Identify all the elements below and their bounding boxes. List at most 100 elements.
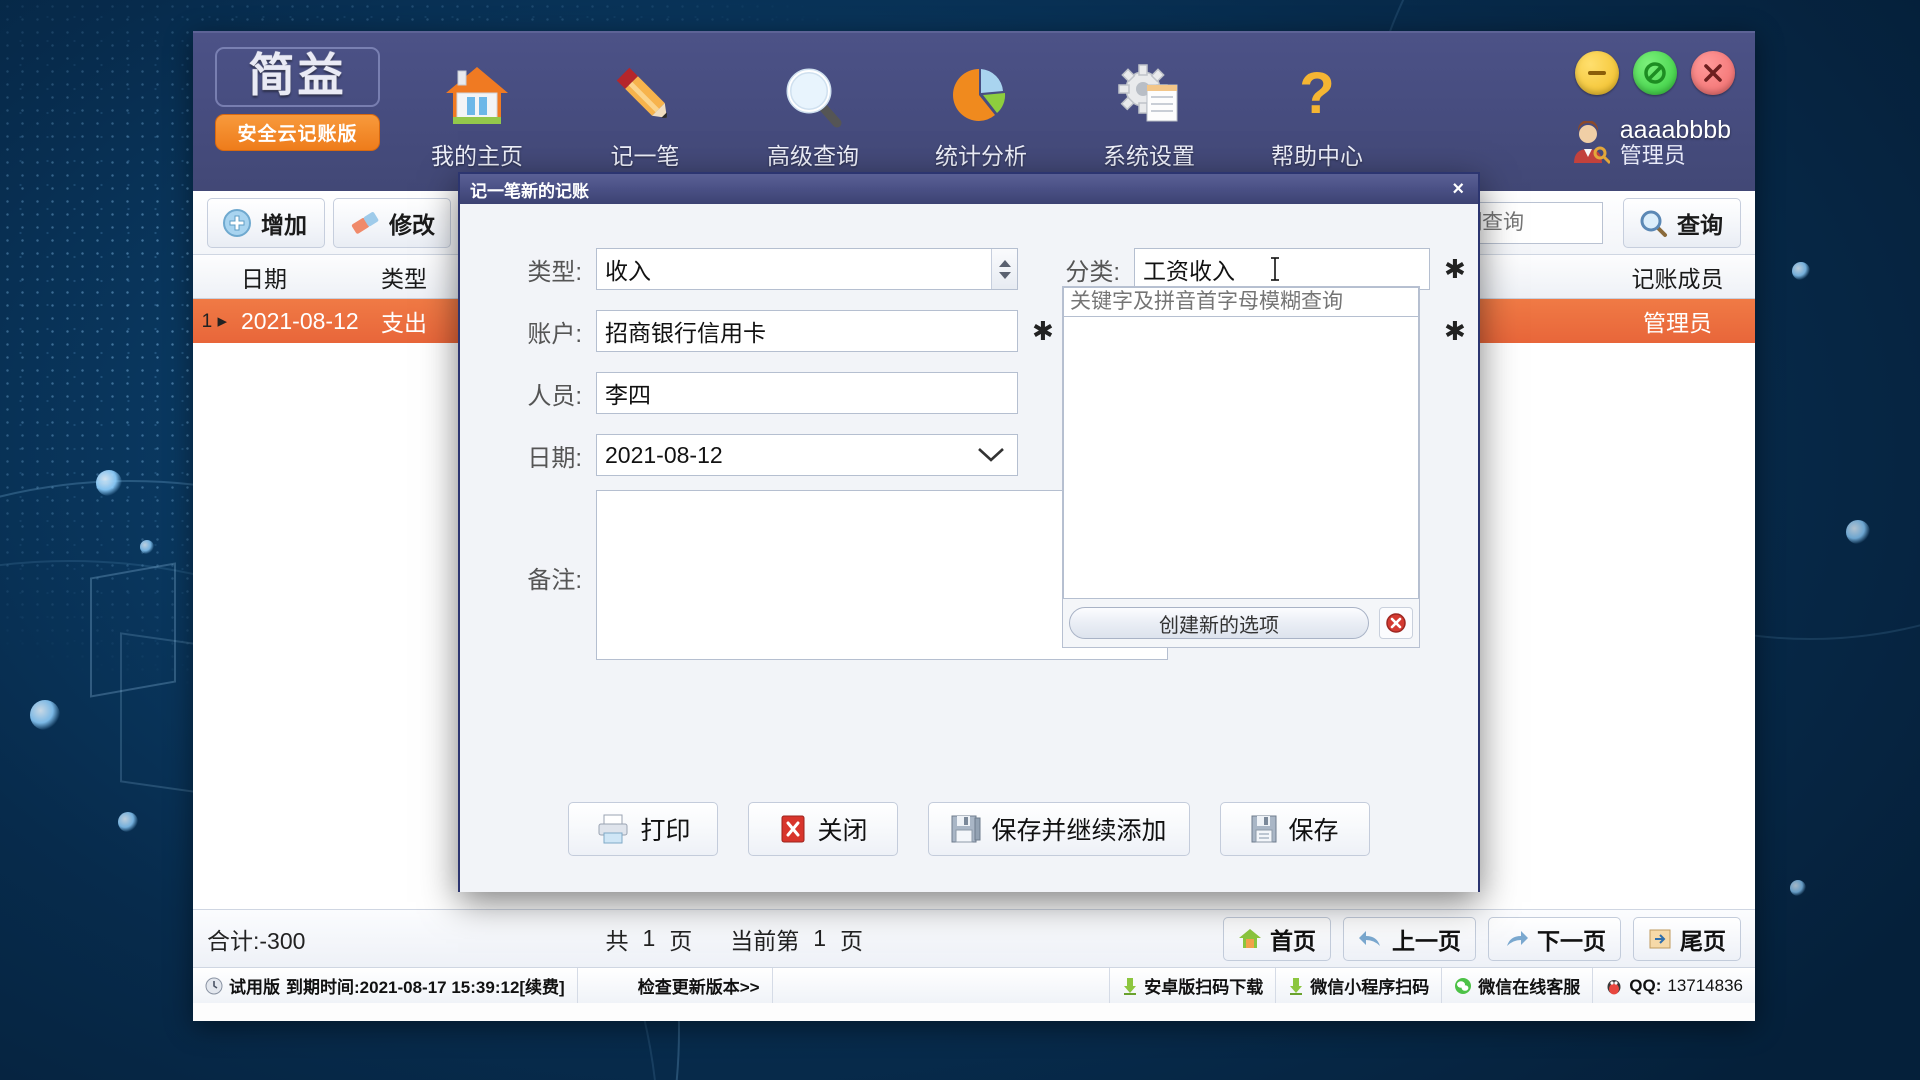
nav-label: 系统设置: [1103, 143, 1195, 169]
column-header-date: 日期: [241, 265, 287, 292]
save-icon: [951, 815, 981, 843]
check-update-label: 检查更新版本>>: [637, 978, 760, 997]
total-pages-value: 1: [642, 925, 656, 951]
dialog-titlebar: 记一笔新的记账 ×: [460, 174, 1478, 204]
prev-page-label: 上一页: [1392, 927, 1461, 954]
last-page-label: 尾页: [1680, 927, 1726, 954]
current-page-unit: 页: [840, 927, 864, 954]
cell-member: 管理员: [1643, 310, 1712, 336]
wechat-service[interactable]: 微信在线客服: [1442, 968, 1594, 1003]
last-page-button[interactable]: 尾页: [1633, 916, 1741, 961]
autocomplete-option-list[interactable]: [1063, 317, 1419, 599]
nav-item-help[interactable]: ? 帮助中心: [1233, 51, 1401, 171]
arrow-left-icon: [1359, 930, 1380, 946]
query-button[interactable]: 查询: [1623, 197, 1741, 248]
save-icon: [1251, 815, 1277, 843]
print-button[interactable]: 打印: [568, 802, 719, 856]
first-page-label: 首页: [1270, 927, 1316, 954]
next-page-button[interactable]: 下一页: [1488, 916, 1621, 961]
user-info[interactable]: aaaabbbb 管理员: [1570, 117, 1731, 169]
svg-text:?: ?: [1299, 63, 1334, 126]
type-label: 类型:: [527, 258, 582, 286]
prev-page-button[interactable]: 上一页: [1343, 916, 1476, 961]
close-icon[interactable]: [1691, 51, 1735, 95]
check-update-link[interactable]: 检查更新版本>>: [578, 968, 773, 1003]
date-picker-wrap: [596, 434, 1018, 476]
window-controls: [1575, 51, 1735, 95]
save-label: 保存: [1288, 817, 1339, 845]
page-unit-label: 页: [669, 927, 693, 954]
qq-penguin-icon: [1607, 979, 1621, 994]
status-bar: 试用版 到期时间:2021-08-17 15:39:12[续费] 检查更新版本>…: [193, 967, 1755, 1003]
category-autocomplete-popup: 创建新的选项: [1062, 286, 1420, 648]
category-required-mark: ✱: [1444, 253, 1466, 284]
edit-button[interactable]: 修改: [333, 197, 451, 248]
delete-option-button[interactable]: [1379, 607, 1413, 639]
save-button[interactable]: 保存: [1219, 802, 1370, 856]
qq-contact[interactable]: QQ: 13714836: [1593, 968, 1755, 1003]
type-spinner[interactable]: [991, 249, 1017, 289]
project-required-mark: ✱: [1444, 315, 1466, 346]
query-button-label: 查询: [1677, 211, 1723, 238]
new-record-dialog: 记一笔新的记账 × 类型: 账户: ✱: [458, 172, 1480, 892]
add-button[interactable]: 增加: [207, 197, 325, 248]
app-logo: 简益 安全云记账版: [215, 47, 380, 152]
nav-item-advanced-query[interactable]: 高级查询: [729, 51, 897, 171]
nav-item-record[interactable]: 记一笔: [561, 51, 729, 171]
print-label: 打印: [640, 817, 691, 845]
delete-icon: [1386, 613, 1406, 633]
android-label: 安卓版扫码下载: [1144, 978, 1264, 997]
dialog-title: 记一笔新的记账: [470, 181, 589, 201]
minimize-icon[interactable]: [1575, 51, 1619, 95]
pencil-icon: [561, 57, 729, 135]
field-row-type: 类型:: [488, 238, 1048, 300]
trial-status: 试用版 到期时间:2021-08-17 15:39:12[续费]: [193, 968, 578, 1003]
column-header-member: 记账成员: [1631, 265, 1724, 292]
android-download[interactable]: 安卓版扫码下载: [1110, 968, 1277, 1003]
edit-button-label: 修改: [389, 211, 435, 238]
text-cursor-icon: [1271, 257, 1279, 281]
person-input[interactable]: [596, 372, 1018, 414]
nav-label: 帮助中心: [1271, 143, 1363, 169]
autocomplete-filter-input[interactable]: [1063, 287, 1419, 317]
nav-item-statistics[interactable]: 统计分析: [897, 51, 1065, 171]
nav-item-home[interactable]: 我的主页: [393, 51, 561, 171]
category-input[interactable]: [1134, 248, 1430, 290]
question-mark-icon: ?: [1233, 57, 1401, 135]
nav-label: 统计分析: [935, 143, 1027, 169]
avatar: [1573, 120, 1610, 164]
date-label: 日期:: [527, 444, 582, 472]
wechat-mini-program[interactable]: 微信小程序扫码: [1276, 968, 1443, 1003]
type-input[interactable]: [596, 248, 1018, 290]
home-icon: [1239, 928, 1261, 948]
row-index: 1 ▸: [201, 310, 227, 332]
clock-icon: [205, 977, 223, 994]
qq-number: 13714836: [1667, 975, 1743, 995]
create-new-option-button[interactable]: 创建新的选项: [1069, 607, 1369, 639]
wechat-icon: [1455, 977, 1472, 994]
date-input[interactable]: [596, 434, 1018, 476]
account-input[interactable]: [596, 310, 1018, 352]
last-page-icon: [1649, 929, 1671, 948]
arrow-right-icon: [1507, 930, 1528, 946]
wechat-service-label: 微信在线客服: [1478, 978, 1581, 997]
first-page-button[interactable]: 首页: [1223, 916, 1331, 961]
close-button[interactable]: 关闭: [748, 802, 899, 856]
close-icon[interactable]: ×: [1448, 179, 1468, 199]
gear-icon: [1065, 57, 1233, 135]
field-row-date: 日期:: [488, 424, 1048, 486]
plus-circle-icon: [223, 208, 251, 237]
row-index-value: 1: [201, 310, 213, 332]
cell-date: 2021-08-12: [241, 307, 359, 334]
maximize-icon[interactable]: [1633, 51, 1677, 95]
expiry-label: 到期时间:2021-08-17 15:39:12[续费]: [286, 978, 565, 997]
close-icon: [781, 815, 805, 843]
dialog-body: 类型: 账户: ✱ 人员:: [460, 204, 1478, 892]
magnifier-icon: [729, 57, 897, 135]
save-and-continue-button[interactable]: 保存并继续添加: [928, 802, 1190, 856]
wechat-mini-label: 微信小程序扫码: [1310, 978, 1430, 997]
current-page-prefix: 当前第: [730, 927, 800, 954]
user-name: aaaabbbb: [1619, 116, 1731, 144]
nav-item-settings[interactable]: 系统设置: [1065, 51, 1233, 171]
next-page-label: 下一页: [1537, 927, 1606, 954]
